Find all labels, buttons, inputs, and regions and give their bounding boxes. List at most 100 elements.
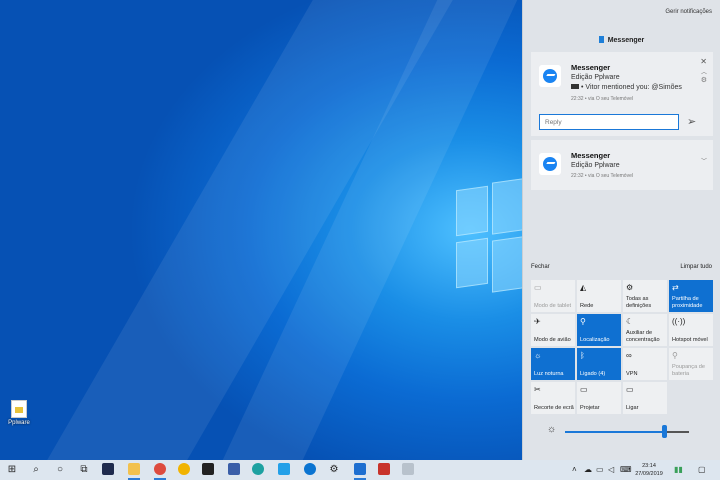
taskbar: ⊞ ⌕ ○ ⧉ ⚙ ˄ ☁ ▭ ◁ ⌨ 23:14 27/09/2019 ▮▮ … (0, 460, 720, 480)
chrome-icon[interactable] (148, 460, 172, 480)
action-center: Gerir notificações Messenger Messenger E… (522, 0, 720, 460)
notification-time: 22:32 • via O seu Telemóvel (571, 173, 633, 179)
notification-title: Messenger (571, 63, 611, 72)
quick-action-label: Poupança de bateria (672, 364, 705, 377)
app-icon-window[interactable] (396, 460, 420, 480)
chevron-down-icon[interactable]: ﹀ (701, 156, 707, 165)
quick-action-label: Projetar (580, 404, 600, 411)
send-icon[interactable]: ➢ (687, 115, 696, 128)
clock-date: 27/09/2019 (635, 471, 663, 477)
quick-action-label: Modo de avião (534, 336, 571, 343)
chevron-up-icon[interactable]: ︿ (701, 67, 707, 76)
notifications-icon[interactable]: ▢ (698, 460, 706, 480)
chrome-icon[interactable] (172, 460, 196, 480)
close-icon[interactable]: ✕ (700, 57, 707, 66)
brightness-slider[interactable]: ☼ (531, 420, 715, 440)
quick-action-icon: ◭ (580, 283, 587, 292)
quick-action-label: Luz noturna (534, 370, 564, 377)
reply-input[interactable] (539, 114, 679, 130)
quick-action-icon: ᛒ (580, 351, 585, 360)
quick-action-tile[interactable]: ᛒ Ligado (4) (577, 348, 621, 380)
quick-action-tile[interactable]: ✂ Recorte de ecrã (531, 382, 575, 414)
quick-action-tile[interactable]: ⚲ Poupança de bateria (669, 348, 713, 380)
quick-action-label: Rede (580, 302, 594, 309)
quick-action-icon: ⚲ (580, 317, 586, 326)
quick-action-label: VPN (626, 370, 638, 377)
quick-action-tile[interactable]: ▭ Ligar (623, 382, 667, 414)
notification-card[interactable]: Messenger Edição Pplware • Vitor mention… (531, 52, 713, 136)
terminal-icon[interactable] (196, 460, 220, 480)
collapse-link[interactable]: Fechar (531, 264, 550, 270)
vscode-icon[interactable] (272, 460, 296, 480)
group-title: Messenger (607, 37, 645, 44)
notification-subtitle: Edição Pplware (571, 162, 620, 169)
quick-action-icon: ▭ (626, 385, 634, 394)
quick-action-icon: ✂ (534, 385, 541, 394)
gear-icon[interactable]: ⚙ (322, 460, 346, 480)
task-view-icon[interactable]: ⧉ (72, 460, 96, 480)
desktop-icon-label: Pplware (8, 420, 30, 426)
filezilla-icon[interactable] (372, 460, 396, 480)
mention-icon (571, 84, 579, 89)
file-icon (11, 400, 27, 418)
quick-action-tile[interactable]: ((·)) Hotspot móvel (669, 314, 713, 346)
quick-action-label: Partilha de proximidade (672, 296, 703, 309)
quick-action-label: Todas as definições (626, 296, 652, 309)
search-icon[interactable]: ⌕ (24, 460, 48, 480)
notification-subtitle: Edição Pplware (571, 74, 620, 81)
notification-card[interactable]: Messenger Edição Pplware 22:32 • via O s… (531, 140, 713, 190)
network-icon[interactable]: ▭ (596, 460, 604, 480)
quick-action-icon: ∞ (626, 351, 632, 360)
paint-icon[interactable] (222, 460, 246, 480)
notification-message: • Vitor mentioned you: @Simões (571, 84, 682, 91)
quick-action-label: Ligar (626, 404, 639, 411)
quick-action-icon: ▭ (534, 283, 542, 292)
quick-action-icon: ⚙ (626, 283, 634, 292)
clear-all-link[interactable]: Limpar tudo (680, 264, 712, 270)
notification-title: Messenger (571, 151, 611, 160)
brightness-thumb[interactable] (662, 425, 668, 438)
quick-action-label: Modo de tablet (534, 302, 572, 309)
quick-action-tile[interactable]: ☼ Luz noturna (531, 348, 575, 380)
quick-action-tile[interactable]: ✈ Modo de avião (531, 314, 575, 346)
edge-icon[interactable] (246, 460, 270, 480)
file-explorer-icon[interactable] (122, 460, 146, 480)
cortana-icon[interactable]: ○ (48, 460, 72, 480)
quick-action-label: Recorte de ecrã (534, 404, 574, 411)
quick-action-icon: ☾ (626, 317, 634, 326)
messenger-app-icon (598, 36, 604, 43)
quick-actions-grid: ▭ Modo de tablet ◭ Rede ⚙ Todas as definições… (531, 280, 715, 414)
quick-action-icon: ▭ (580, 385, 588, 394)
desktop-icon-pplware[interactable]: Pplware (6, 400, 32, 426)
cloud-icon[interactable]: ☁ (584, 460, 592, 480)
chevron-up-icon[interactable]: ˄ (572, 460, 577, 480)
quick-action-tile[interactable]: ◭ Rede (577, 280, 621, 312)
quick-action-tile[interactable]: ⇄ Partilha de proximidade (669, 280, 713, 312)
quick-action-tile[interactable]: ⚙ Todas as definições (623, 280, 667, 312)
start-button[interactable]: ⊞ (0, 460, 24, 480)
quick-action-icon: ⚲ (672, 351, 678, 360)
brightness-icon: ☼ (547, 424, 557, 435)
messenger-icon (539, 65, 561, 87)
quick-action-tile[interactable]: ▭ Projetar (577, 382, 621, 414)
volume-icon[interactable]: ◁ (608, 460, 614, 480)
edge-icon[interactable] (298, 460, 322, 480)
messenger-icon (539, 153, 561, 175)
taskbar-clock[interactable]: 23:14 27/09/2019 (630, 462, 668, 478)
battery-icon[interactable]: ▮▮ (674, 460, 683, 480)
quick-action-icon: ((·)) (672, 317, 686, 326)
app-icon-p[interactable] (96, 460, 120, 480)
manage-notifications-link[interactable]: Gerir notificações (665, 9, 712, 15)
brightness-fill (565, 431, 665, 433)
clock-time: 23:14 (642, 463, 656, 469)
quick-action-label: Ligado (4) (580, 370, 606, 377)
notification-time: 22:32 • via O seu Telemóvel (571, 96, 633, 102)
gear-icon[interactable]: ⚙ (701, 76, 707, 84)
app-icon-monitor[interactable] (348, 460, 372, 480)
windows-logo-wallpaper (452, 177, 532, 300)
quick-action-tile[interactable]: ⚲ Localização (577, 314, 621, 346)
quick-action-icon: ☼ (534, 351, 542, 360)
quick-action-tile[interactable]: ∞ VPN (623, 348, 667, 380)
quick-action-tile[interactable]: ▭ Modo de tablet (531, 280, 575, 312)
quick-action-tile[interactable]: ☾ Auxiliar de concentração (623, 314, 667, 346)
